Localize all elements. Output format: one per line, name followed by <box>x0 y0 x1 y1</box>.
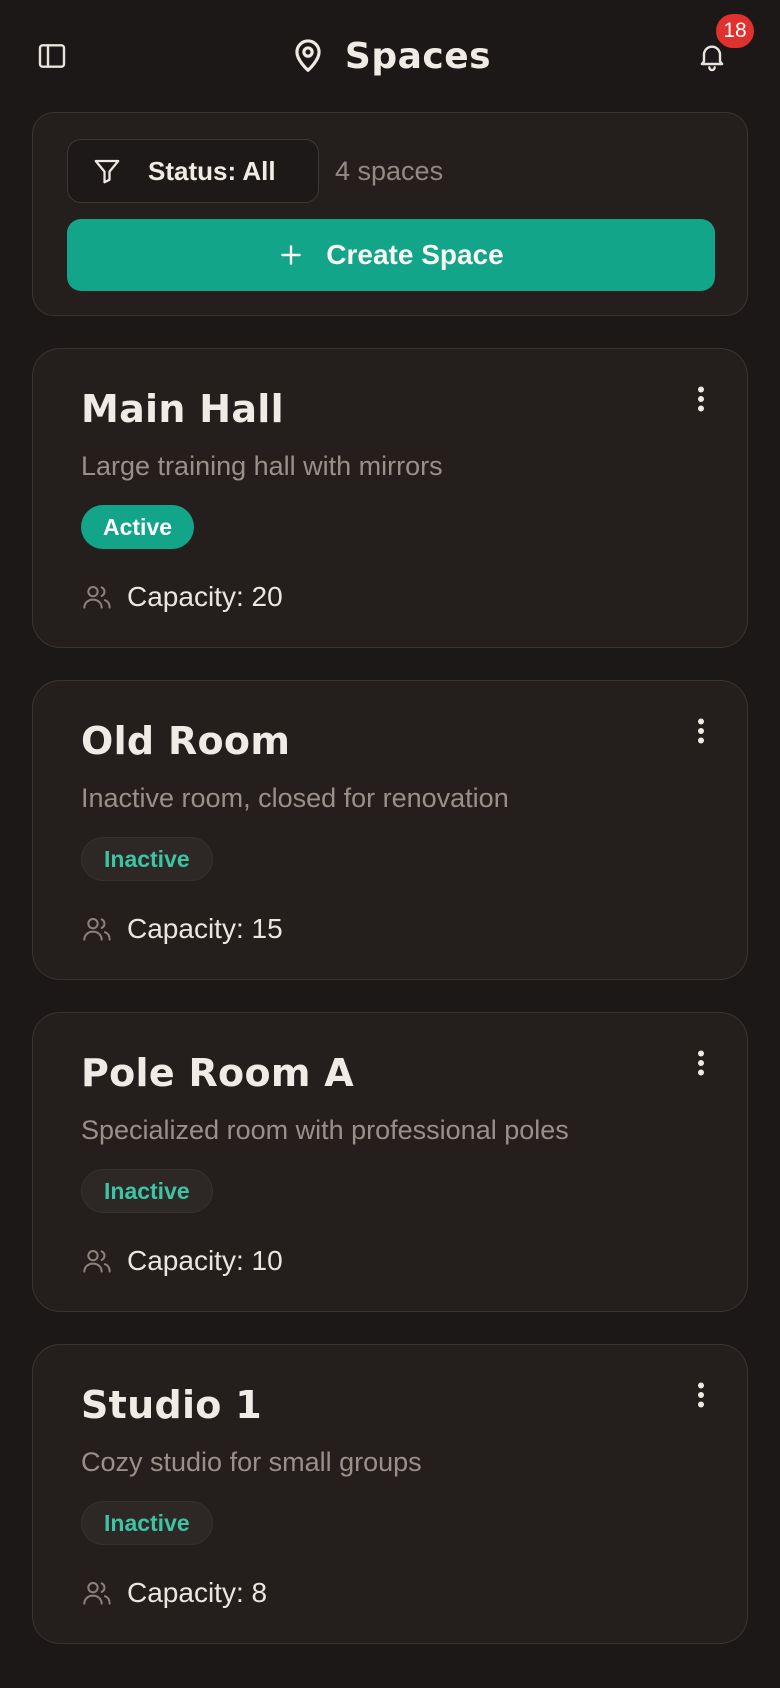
space-name: Main Hall <box>81 387 284 431</box>
space-card[interactable]: Pole Room A Specialized room with profes… <box>32 1012 748 1312</box>
capacity-row: Capacity: 8 <box>81 1575 267 1611</box>
filter-icon <box>94 159 120 184</box>
status-badge: Inactive <box>81 1169 213 1213</box>
status-badge: Inactive <box>81 837 213 881</box>
users-icon <box>83 586 111 609</box>
space-count: 4 spaces <box>335 155 444 186</box>
space-description: Specialized room with professional poles <box>81 1115 569 1145</box>
more-vertical-icon <box>698 1382 704 1408</box>
status-filter-button[interactable]: Status: All <box>67 139 319 203</box>
space-name: Pole Room A <box>81 1051 354 1095</box>
create-space-label: Create Space <box>326 239 504 270</box>
users-icon <box>83 1582 111 1605</box>
capacity-text: Capacity: 8 <box>127 1577 268 1608</box>
notification-badge: 18 <box>716 14 754 48</box>
status-filter-label: Status: All <box>148 155 276 186</box>
more-options-button[interactable] <box>679 377 723 421</box>
page-title-group: Spaces <box>0 30 780 82</box>
space-description: Large training hall with mirrors <box>81 451 443 481</box>
more-options-button[interactable] <box>679 1041 723 1085</box>
users-icon <box>83 1250 111 1273</box>
space-description: Inactive room, closed for renovation <box>81 783 509 813</box>
more-options-button[interactable] <box>679 1373 723 1417</box>
status-badge: Inactive <box>81 1501 213 1545</box>
capacity-text: Capacity: 20 <box>127 581 283 612</box>
space-card[interactable]: Old Room Inactive room, closed for renov… <box>32 680 748 980</box>
more-vertical-icon <box>698 1050 704 1076</box>
plus-icon <box>281 245 302 265</box>
filter-panel: Status: All 4 spaces Create Space <box>32 112 748 316</box>
capacity-text: Capacity: 10 <box>127 1245 283 1276</box>
create-space-button[interactable]: Create Space <box>67 219 715 291</box>
space-card[interactable]: Studio 1 Cozy studio for small groups In… <box>32 1344 748 1644</box>
capacity-row: Capacity: 15 <box>81 911 283 947</box>
space-card[interactable]: Main Hall Large training hall with mirro… <box>32 348 748 648</box>
space-name: Old Room <box>81 719 291 763</box>
space-description: Cozy studio for small groups <box>81 1447 422 1477</box>
app-header: Spaces 18 <box>0 0 780 112</box>
status-badge: Active <box>81 505 195 549</box>
space-name: Studio 1 <box>81 1383 262 1427</box>
users-icon <box>83 918 111 941</box>
capacity-row: Capacity: 10 <box>81 1243 283 1279</box>
page-title: Spaces <box>344 35 492 77</box>
capacity-row: Capacity: 20 <box>81 579 283 615</box>
map-pin-icon <box>295 39 321 72</box>
more-vertical-icon <box>698 718 704 744</box>
capacity-text: Capacity: 15 <box>127 913 283 944</box>
more-vertical-icon <box>698 386 704 412</box>
more-options-button[interactable] <box>679 709 723 753</box>
